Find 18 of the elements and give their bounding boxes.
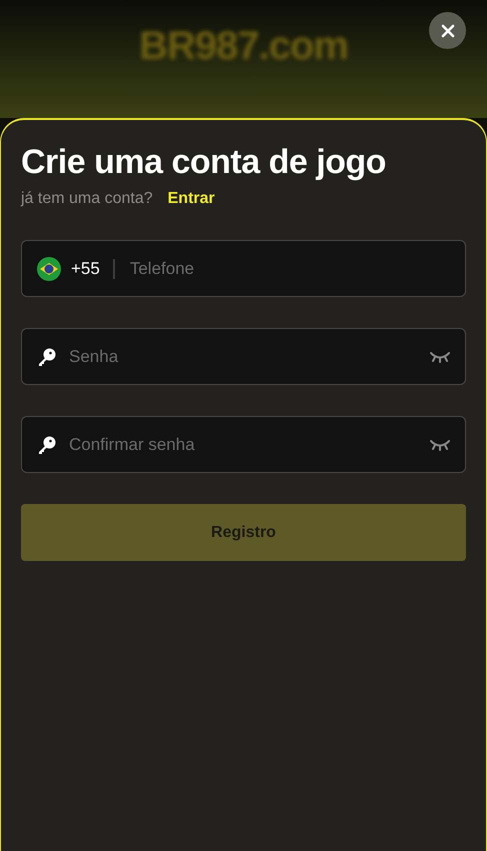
eye-closed-icon[interactable]	[430, 350, 450, 362]
eye-closed-icon[interactable]	[430, 438, 450, 450]
site-logo: BR987.com	[139, 24, 348, 70]
login-link[interactable]: Entrar	[168, 190, 215, 208]
key-icon	[37, 346, 57, 366]
login-prompt: já tem uma conta?	[21, 190, 153, 208]
key-icon	[37, 434, 57, 454]
close-button[interactable]	[429, 12, 466, 49]
password-field[interactable]: Confirmar senha	[21, 416, 466, 473]
password-input[interactable]: Senha	[67, 346, 420, 368]
close-icon	[440, 24, 454, 38]
country-code[interactable]: +55	[71, 258, 100, 278]
dialog-title: Crie uma conta de jogo	[21, 142, 387, 182]
phone-field[interactable]: +55 Telefone	[21, 240, 466, 297]
flag-icon	[37, 256, 61, 280]
password-field[interactable]: Senha	[21, 328, 466, 385]
phone-input[interactable]: Telefone	[128, 258, 450, 280]
password-input[interactable]: Confirmar senha	[67, 434, 420, 456]
